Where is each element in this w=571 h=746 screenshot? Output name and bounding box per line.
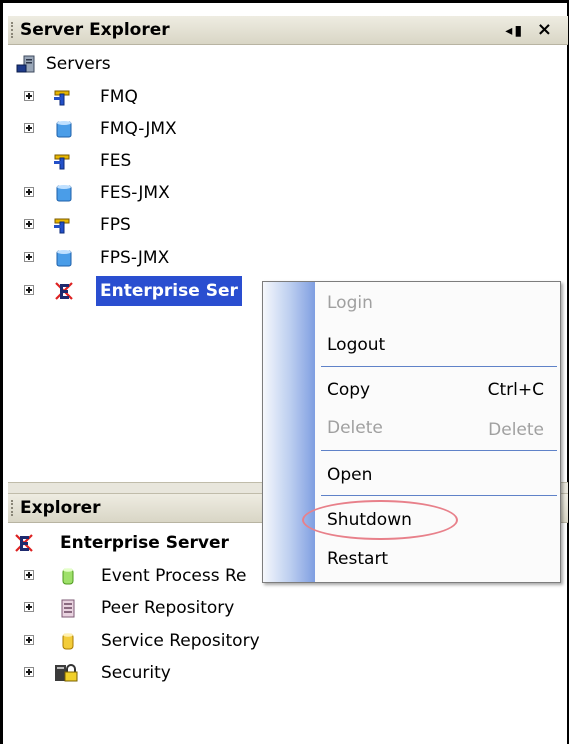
menu-separator [321,495,557,496]
menu-icon-strip [263,282,315,582]
copy-shortcut: Ctrl+C [487,380,544,400]
tree-item-label: Enterprise Ser [96,276,242,306]
tree-item-label: FES [100,151,132,171]
drag-grip[interactable] [11,22,15,38]
servers-icon [16,55,35,73]
close-icon[interactable]: × [537,16,554,44]
drag-grip[interactable] [11,500,15,516]
expand-icon[interactable] [24,91,34,101]
cylinder-icon [56,250,72,267]
tree-item-label: Event Process Re [101,566,247,586]
plug-icon [54,90,70,106]
tree-item-label: FPS-JMX [100,248,170,268]
enterprise-server-icon [55,282,73,300]
explorer-title: Explorer [20,498,101,518]
tree-item-label: FES-JMX [100,183,170,203]
menu-item-logout[interactable]: Logout [327,330,385,360]
highlight-ellipse [302,500,458,540]
pin-icon[interactable]: ◂▮ [505,17,524,45]
menu-item-delete[interactable]: Delete [327,413,383,443]
tree-item-label: Peer Repository [101,598,235,618]
expand-icon[interactable] [24,187,34,197]
expand-icon[interactable] [24,285,34,295]
expand-icon[interactable] [24,219,34,229]
expand-icon[interactable] [24,602,34,612]
enterprise-server-icon [15,534,33,552]
security-lock-icon [55,664,78,682]
servers-root-label: Servers [46,54,111,74]
menu-separator [321,366,557,367]
tree-item-label: Security [101,663,171,683]
tree-item-label: FMQ [100,87,138,107]
menu-item-login[interactable]: Login [327,288,373,318]
expand-icon[interactable] [24,667,34,677]
expand-icon[interactable] [24,252,34,262]
tree-item-label: FMQ-JMX [100,119,177,139]
server-explorer-title: Server Explorer [20,20,170,40]
cylinder-icon [56,121,72,138]
peer-repository-icon [61,599,75,618]
tree-item-label: FPS [100,215,131,235]
explorer-root-label: Enterprise Server [60,533,229,553]
expand-icon[interactable] [24,635,34,645]
tree-item-label: Service Repository [101,631,260,651]
expand-icon[interactable] [24,123,34,133]
plug-icon [54,218,70,234]
expand-icon[interactable] [24,570,34,580]
server-explorer-header: Server Explorer ◂▮ × [8,16,568,45]
cylinder-icon [56,185,72,202]
plug-icon [54,154,70,170]
menu-item-copy[interactable]: Copy [327,375,370,405]
menu-item-restart[interactable]: Restart [327,544,388,574]
menu-separator [321,450,557,451]
menu-item-open[interactable]: Open [327,460,372,490]
yellow-cylinder-icon [62,633,74,650]
delete-shortcut: Delete [488,420,544,440]
green-cylinder-icon [62,568,74,585]
